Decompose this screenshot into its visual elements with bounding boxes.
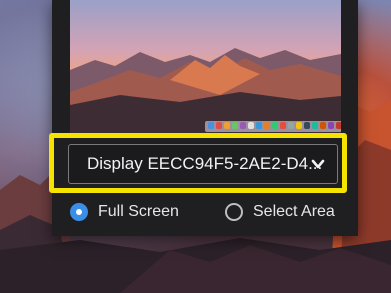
full-screen-radio[interactable] xyxy=(70,203,88,221)
display-select-dropdown[interactable]: Display EECC94F5-2AE2-D4... xyxy=(68,144,338,184)
desktop-screen: Display EECC94F5-2AE2-D4... Full Screen … xyxy=(0,0,391,293)
chevron-down-icon xyxy=(311,159,325,169)
full-screen-label: Full Screen xyxy=(98,203,179,220)
full-screen-option[interactable]: Full Screen xyxy=(70,200,179,224)
select-area-option[interactable]: Select Area xyxy=(225,200,335,224)
display-preview-thumbnail xyxy=(70,0,341,135)
select-area-label: Select Area xyxy=(253,203,335,220)
select-area-radio[interactable] xyxy=(225,203,243,221)
preview-dock xyxy=(205,121,341,132)
preview-wallpaper xyxy=(70,48,341,133)
display-select-value: Display EECC94F5-2AE2-D4... xyxy=(87,154,323,173)
